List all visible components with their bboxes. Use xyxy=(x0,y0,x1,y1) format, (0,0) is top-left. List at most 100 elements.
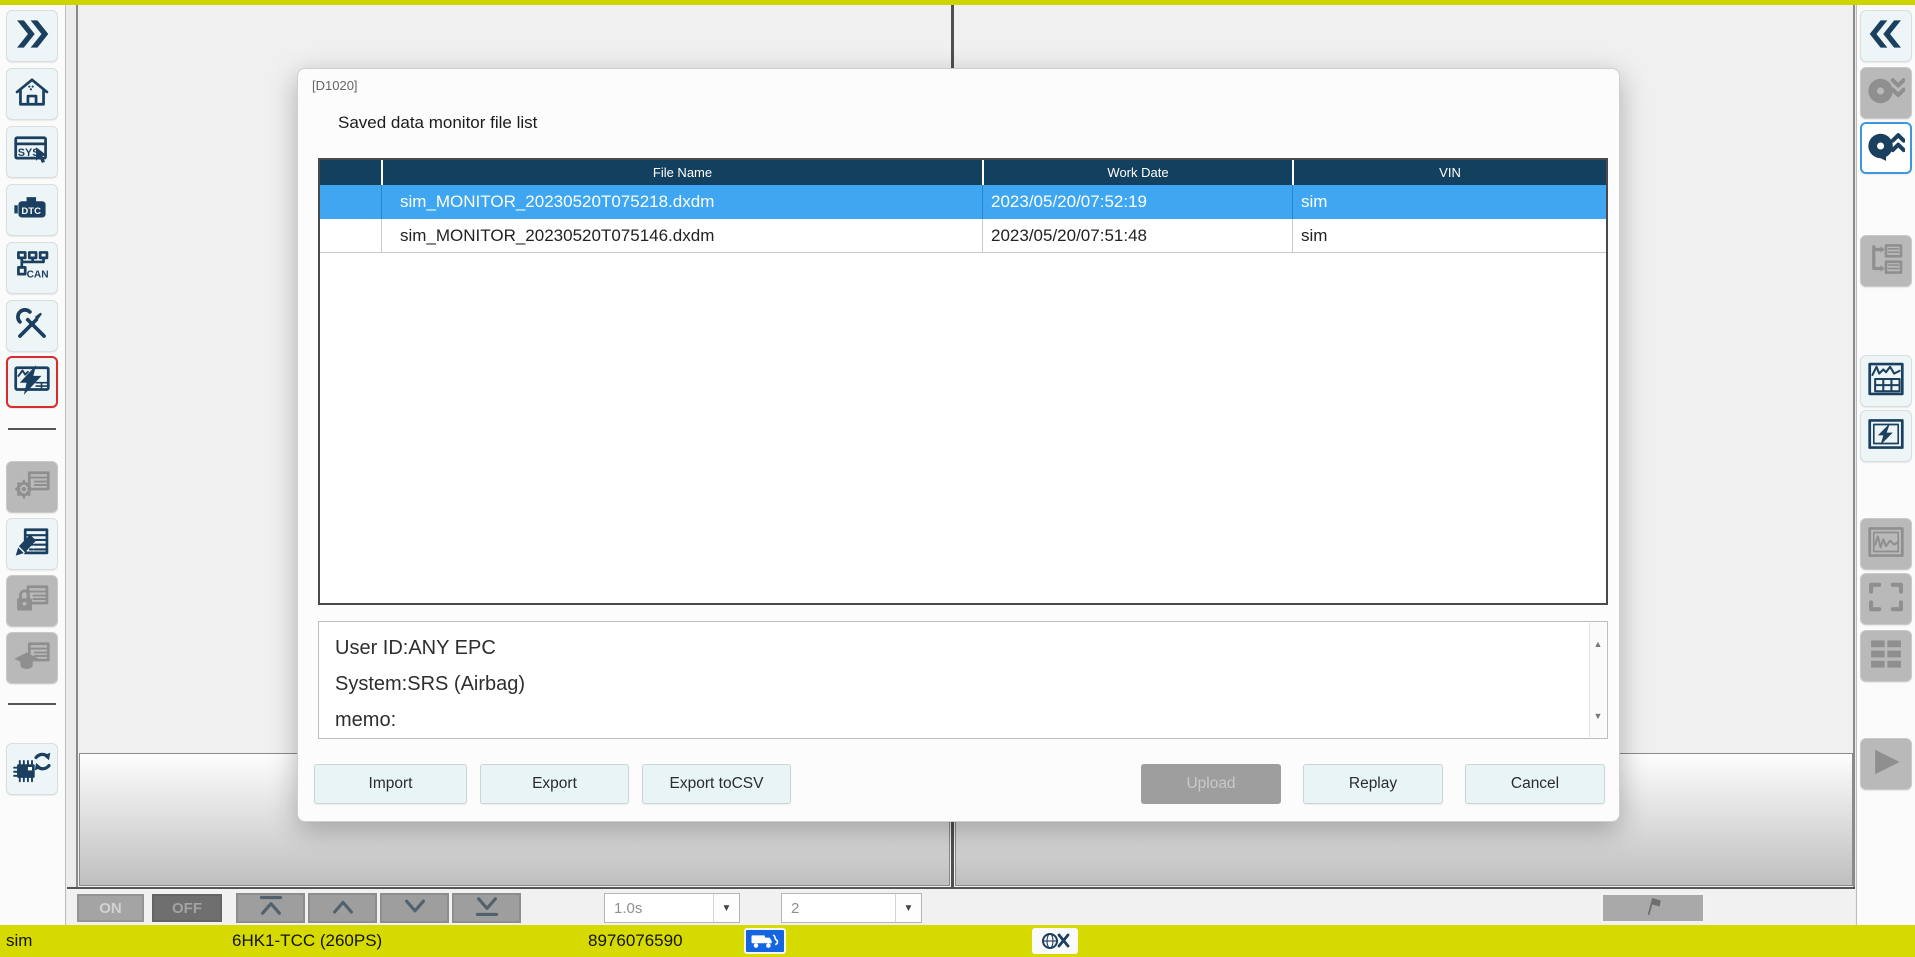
load-saved-data-button[interactable] xyxy=(1860,122,1912,174)
expand-menu-button[interactable] xyxy=(6,10,58,62)
sidebar-divider xyxy=(8,428,56,430)
interval-dropdown[interactable]: 1.0s ▼ xyxy=(604,893,740,923)
tools-icon xyxy=(14,307,50,346)
full-screen-button[interactable] xyxy=(1860,573,1912,625)
monitor-toolbar: ON OFF 1.0s ▼ 2 ▼ xyxy=(67,887,1855,925)
svg-text:CAN: CAN xyxy=(27,269,49,280)
sys-window-icon: SYS xyxy=(13,133,51,172)
off-button[interactable]: OFF xyxy=(152,894,222,922)
secured-list-button[interactable] xyxy=(6,575,58,627)
jump-top-icon xyxy=(256,894,286,923)
grid-view-button[interactable] xyxy=(1860,630,1912,682)
can-network-icon: CAN xyxy=(13,249,51,288)
import-button[interactable]: Import xyxy=(314,764,467,804)
graph-grid-view-button[interactable] xyxy=(1860,355,1912,407)
export-button[interactable]: Export xyxy=(480,764,629,804)
table-row[interactable]: sim_MONITOR_20230520T075146.dxdm 2023/05… xyxy=(320,219,1606,253)
count-value: 2 xyxy=(782,894,895,922)
settings-list-button[interactable] xyxy=(6,461,58,513)
dropdown-arrow-icon[interactable]: ▼ xyxy=(895,894,921,922)
step-up-button[interactable] xyxy=(308,893,377,923)
step-down-button[interactable] xyxy=(380,893,449,923)
ecu-reprogramming-button[interactable] xyxy=(6,743,58,795)
collapse-panel-button[interactable] xyxy=(1860,10,1912,62)
scroll-up-icon[interactable]: ▲ xyxy=(1594,626,1603,662)
system-select-button[interactable]: SYS xyxy=(6,126,58,178)
jump-bottom-icon xyxy=(472,894,502,923)
pencil-table-icon xyxy=(13,525,51,564)
grid-cells-icon xyxy=(1867,637,1905,676)
play-triangle-icon xyxy=(1867,745,1905,784)
active-test-button[interactable] xyxy=(1860,410,1912,462)
top-accent-strip xyxy=(0,0,1915,5)
count-dropdown[interactable]: 2 ▼ xyxy=(781,893,922,923)
row-file-name: sim_MONITOR_20230520T075218.dxdm xyxy=(381,185,982,219)
flag-icon xyxy=(1639,895,1667,922)
data-monitor-button[interactable] xyxy=(6,356,58,408)
double-chevron-left-icon xyxy=(1867,17,1905,56)
can-bus-button[interactable]: CAN xyxy=(6,242,58,294)
vehicle-connection-icon xyxy=(744,928,786,954)
double-chevron-right-icon xyxy=(13,17,51,56)
monitor-lightning-icon xyxy=(13,363,51,402)
file-details-panel: User ID:ANY EPC System:SRS (Airbag) memo… xyxy=(318,621,1608,739)
saved-data-dialog: [D1020] Saved data monitor file list Fil… xyxy=(297,68,1620,822)
row-vin: sim xyxy=(1292,219,1606,252)
details-scrollbar[interactable]: ▲ ▼ xyxy=(1589,623,1606,737)
engine-dtc-icon: DTC xyxy=(13,191,51,230)
interval-value: 1.0s xyxy=(605,894,713,922)
detail-memo: memo: xyxy=(335,702,1591,738)
jump-to-bottom-button[interactable] xyxy=(452,893,521,923)
utility-tools-button[interactable] xyxy=(6,300,58,352)
file-list-table: File Name Work Date VIN sim_MONITOR_2023… xyxy=(318,158,1608,605)
left-sidebar: SYS DTC CAN xyxy=(0,5,66,925)
status-serial-number: 8976076590 xyxy=(588,931,683,951)
right-sidebar xyxy=(1856,5,1915,925)
chip-arrows-icon xyxy=(13,749,51,790)
chevron-up-icon xyxy=(328,894,358,923)
cap-table-icon xyxy=(13,639,51,678)
scroll-down-icon[interactable]: ▼ xyxy=(1594,698,1603,734)
copy-arrows-icon xyxy=(1867,242,1905,281)
sidebar-divider xyxy=(8,703,56,705)
disk-chevrons-down-icon xyxy=(1867,74,1905,113)
disk-chevrons-up-icon xyxy=(1867,129,1905,168)
no-network-icon xyxy=(1032,928,1078,954)
jump-to-top-button[interactable] xyxy=(236,893,305,923)
gear-table-icon xyxy=(13,468,51,507)
save-data-button[interactable] xyxy=(1860,67,1912,119)
status-bar: sim 6HK1-TCC (260PS) 8976076590 xyxy=(0,925,1915,957)
cancel-button[interactable]: Cancel xyxy=(1465,764,1605,804)
row-work-date: 2023/05/20/07:52:19 xyxy=(982,185,1292,219)
on-button[interactable]: ON xyxy=(77,894,144,922)
waveform-frame-icon xyxy=(1867,525,1905,564)
waveform-view-button[interactable] xyxy=(1860,518,1912,570)
edit-list-button[interactable] xyxy=(6,518,58,570)
dialog-code: [D1020] xyxy=(312,78,358,93)
detail-system: System:SRS (Airbag) xyxy=(335,666,1591,702)
dropdown-arrow-icon[interactable]: ▼ xyxy=(713,894,739,922)
training-list-button[interactable] xyxy=(6,632,58,684)
upload-button: Upload xyxy=(1141,764,1281,804)
status-vehicle-model: 6HK1-TCC (260PS) xyxy=(232,931,382,951)
svg-text:DTC: DTC xyxy=(21,205,41,216)
column-header-work-date: Work Date xyxy=(982,160,1292,185)
chevron-down-icon xyxy=(400,894,430,923)
table-header-row: File Name Work Date VIN xyxy=(320,160,1606,185)
replay-button[interactable]: Replay xyxy=(1303,764,1443,804)
row-work-date: 2023/05/20/07:51:48 xyxy=(982,219,1292,252)
column-header-vin: VIN xyxy=(1292,160,1606,185)
play-button[interactable] xyxy=(1860,738,1912,790)
dtc-button[interactable]: DTC xyxy=(6,184,58,236)
detail-user-id: User ID:ANY EPC xyxy=(335,630,1591,666)
home-button[interactable] xyxy=(6,68,58,120)
column-header-select xyxy=(320,160,381,185)
data-transfer-button[interactable] xyxy=(1860,235,1912,287)
corner-brackets-icon xyxy=(1867,580,1905,619)
table-row[interactable]: sim_MONITOR_20230520T075218.dxdm 2023/05… xyxy=(320,185,1606,219)
chart-grid-icon xyxy=(1867,361,1905,402)
export-csv-button[interactable]: Export toCSV xyxy=(642,764,791,804)
home-icon xyxy=(13,75,51,114)
flag-marker-button[interactable] xyxy=(1601,893,1705,923)
lock-table-icon xyxy=(13,582,51,621)
